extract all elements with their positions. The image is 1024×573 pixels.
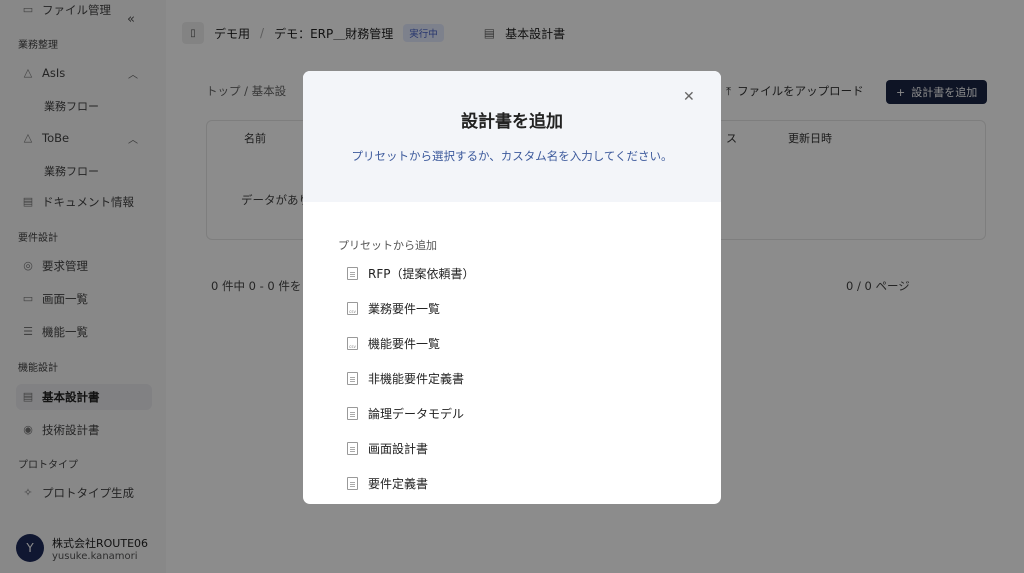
preset-item[interactable]: 画面設計書 <box>347 440 428 457</box>
preset-item[interactable]: 非機能要件定義書 <box>347 370 464 387</box>
preset-item[interactable]: csv 機能要件一覧 <box>347 335 440 352</box>
add-design-modal: ✕ 設計書を追加 プリセットから選択するか、カスタム名を入力してください。 プリ… <box>303 71 721 504</box>
preset-label-text: 要件定義書 <box>368 477 429 491</box>
preset-label-text: 論理データモデル <box>368 407 465 421</box>
preset-label-text: 画面設計書 <box>368 442 429 456</box>
modal-subtitle: プリセットから選択するか、カスタム名を入力してください。 <box>351 149 673 163</box>
document-icon <box>347 407 358 420</box>
csv-icon: csv <box>347 302 358 315</box>
document-icon <box>347 267 358 280</box>
document-icon <box>347 372 358 385</box>
document-icon <box>347 442 358 455</box>
preset-label-text: 業務要件一覧 <box>368 302 441 316</box>
preset-label: プリセットから追加 <box>338 239 437 252</box>
preset-label-text: 機能要件一覧 <box>368 337 441 351</box>
document-icon <box>347 477 358 490</box>
preset-item[interactable]: csv 業務要件一覧 <box>347 300 440 317</box>
modal-title: 設計書を追加 <box>461 112 563 132</box>
csv-icon: csv <box>347 337 358 350</box>
preset-label-text: 非機能要件定義書 <box>368 372 465 386</box>
preset-item[interactable]: RFP（提案依頼書） <box>347 265 474 282</box>
close-icon[interactable]: ✕ <box>683 89 695 105</box>
preset-label-text: RFP（提案依頼書） <box>368 267 475 281</box>
preset-item[interactable]: 論理データモデル <box>347 405 464 422</box>
preset-item[interactable]: 要件定義書 <box>347 475 428 492</box>
modal-header <box>303 71 721 202</box>
